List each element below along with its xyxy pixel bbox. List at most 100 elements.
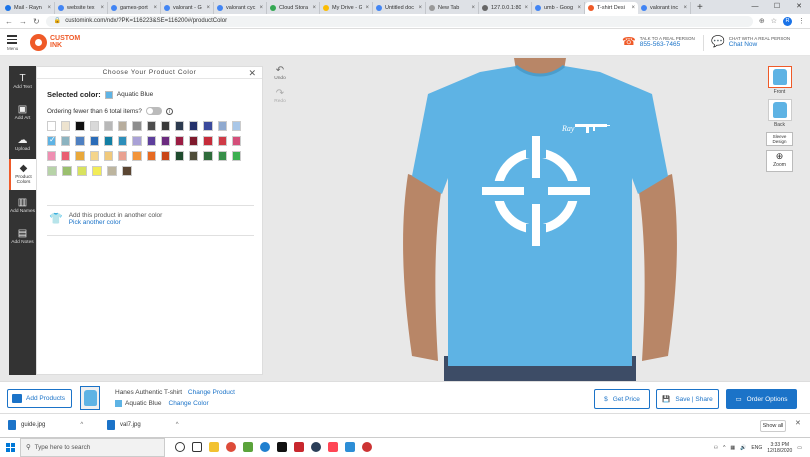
- color-swatch[interactable]: [189, 151, 199, 161]
- file-explorer-icon[interactable]: [209, 442, 219, 452]
- close-icon[interactable]: ✕: [795, 419, 801, 427]
- chrome-icon[interactable]: [226, 442, 236, 452]
- color-swatch[interactable]: [47, 135, 57, 146]
- browser-tab[interactable]: umb - Goog ×: [532, 2, 585, 14]
- people-icon[interactable]: ⚇: [714, 445, 718, 451]
- notifications-icon[interactable]: ▭: [797, 445, 802, 451]
- new-tab-button[interactable]: +: [691, 2, 709, 14]
- tab-close-icon[interactable]: ×: [47, 5, 51, 11]
- color-swatch[interactable]: [203, 121, 213, 131]
- undo-button[interactable]: ↶ Undo: [269, 65, 291, 81]
- color-swatch[interactable]: [217, 121, 227, 131]
- start-button[interactable]: [0, 438, 20, 457]
- color-swatch[interactable]: [174, 151, 185, 161]
- color-swatch[interactable]: [160, 151, 170, 161]
- app-icon[interactable]: [362, 442, 372, 452]
- color-swatch[interactable]: [146, 121, 156, 131]
- view-back[interactable]: Back: [766, 99, 793, 128]
- color-swatch[interactable]: [118, 151, 128, 161]
- tool-upload[interactable]: ☁ Upload: [9, 128, 36, 159]
- browser-tab[interactable]: 127.0.0.1:80 ×: [479, 2, 532, 14]
- tab-close-icon[interactable]: ×: [683, 5, 687, 11]
- order-options-button[interactable]: ▭ Order Options: [726, 389, 797, 409]
- redo-button[interactable]: ↷ Redo: [269, 88, 291, 104]
- edge-icon[interactable]: [260, 442, 270, 452]
- chevron-up-icon[interactable]: ^: [80, 422, 83, 428]
- color-swatch[interactable]: [132, 121, 142, 131]
- color-swatch[interactable]: [231, 151, 242, 161]
- tshirt-preview[interactable]: Ray: [350, 56, 730, 381]
- tab-close-icon[interactable]: ×: [153, 5, 157, 11]
- taskbar-search[interactable]: ⚲ Type here to search: [20, 437, 165, 457]
- color-swatch[interactable]: [203, 136, 213, 146]
- color-swatch[interactable]: [75, 136, 85, 146]
- color-swatch[interactable]: [189, 121, 199, 131]
- custom-ink-logo[interactable]: CUSTOM INK: [30, 34, 80, 51]
- tab-close-icon[interactable]: ×: [100, 5, 104, 11]
- download-item[interactable]: val7.jpg ^: [107, 420, 179, 430]
- tab-close-icon[interactable]: ×: [206, 5, 210, 11]
- minimize-icon[interactable]: —: [744, 0, 766, 14]
- color-swatch[interactable]: [47, 151, 57, 161]
- chevron-up-icon[interactable]: ^: [176, 422, 179, 428]
- color-swatch[interactable]: [89, 136, 99, 146]
- change-color-link[interactable]: Change Color: [169, 400, 209, 407]
- color-swatch[interactable]: [103, 121, 114, 131]
- browser-tab[interactable]: Cloud Stora ×: [267, 2, 320, 14]
- save-share-button[interactable]: 💾 Save | Share: [656, 389, 719, 409]
- tab-close-icon[interactable]: ×: [577, 5, 581, 11]
- color-swatch[interactable]: [61, 136, 71, 146]
- tab-close-icon[interactable]: ×: [471, 5, 475, 11]
- tab-close-icon[interactable]: ×: [312, 5, 316, 11]
- browser-tab[interactable]: valorant cyc ×: [214, 2, 267, 14]
- color-swatch[interactable]: [103, 136, 114, 146]
- tab-close-icon[interactable]: ×: [365, 5, 369, 11]
- forward-arrow-icon[interactable]: →: [19, 17, 27, 26]
- color-swatch[interactable]: [231, 136, 242, 146]
- add-products-button[interactable]: Add Products: [7, 389, 72, 408]
- task-view-icon[interactable]: [192, 442, 202, 452]
- phone-number[interactable]: 855-563-7465: [640, 41, 695, 48]
- change-product-link[interactable]: Change Product: [188, 389, 235, 396]
- color-swatch[interactable]: [47, 166, 57, 176]
- color-swatch[interactable]: [75, 121, 85, 131]
- volume-icon[interactable]: 🔊: [740, 445, 746, 451]
- pick-another-color-link[interactable]: Pick another color: [69, 219, 163, 226]
- language-indicator[interactable]: ENG: [751, 445, 762, 451]
- small-order-toggle[interactable]: [145, 107, 162, 115]
- color-swatch[interactable]: [189, 136, 199, 146]
- color-swatch[interactable]: [61, 151, 71, 161]
- color-swatch[interactable]: [132, 151, 142, 161]
- cortana-icon[interactable]: [175, 442, 185, 452]
- tab-close-icon[interactable]: ×: [418, 5, 422, 11]
- color-swatch[interactable]: [92, 166, 102, 176]
- color-swatch[interactable]: [160, 121, 170, 131]
- color-swatch[interactable]: [118, 121, 128, 131]
- color-swatch[interactable]: [107, 166, 117, 176]
- color-swatch[interactable]: [122, 166, 132, 176]
- browser-tab[interactable]: My Drive - G ×: [320, 2, 373, 14]
- browser-tab[interactable]: Mail - Rayn ×: [2, 2, 55, 14]
- show-all-button[interactable]: Show all: [760, 420, 786, 432]
- reload-icon[interactable]: ↻: [33, 17, 40, 26]
- epic-games-icon[interactable]: [277, 442, 287, 452]
- info-icon[interactable]: i: [165, 107, 173, 115]
- browser-tab[interactable]: valorant inc ×: [638, 2, 691, 14]
- chat-contact[interactable]: 💬 CHAT WITH A REAL PERSON Chat Now: [711, 35, 790, 49]
- browser-tab[interactable]: games-port ×: [108, 2, 161, 14]
- color-swatch[interactable]: [132, 136, 142, 146]
- browser-tab[interactable]: T-shirt Desi ×: [585, 2, 638, 14]
- close-icon[interactable]: ✕: [248, 67, 256, 79]
- steam-icon[interactable]: [311, 442, 321, 452]
- color-swatch[interactable]: [89, 151, 99, 161]
- zoom-button[interactable]: ⊕ Zoom: [766, 150, 793, 172]
- tab-close-icon[interactable]: ×: [259, 5, 263, 11]
- clock[interactable]: 3:33 PM 12/18/2020: [767, 442, 792, 454]
- valorant-icon[interactable]: [328, 442, 338, 452]
- tool-product-colors[interactable]: ◆ Product Colors: [9, 159, 36, 190]
- view-front[interactable]: Front: [766, 66, 793, 95]
- close-window-icon[interactable]: ✕: [788, 0, 810, 14]
- color-swatch[interactable]: [146, 136, 156, 146]
- tool-add-text[interactable]: T Add Text: [9, 66, 36, 97]
- color-swatch[interactable]: [231, 121, 242, 131]
